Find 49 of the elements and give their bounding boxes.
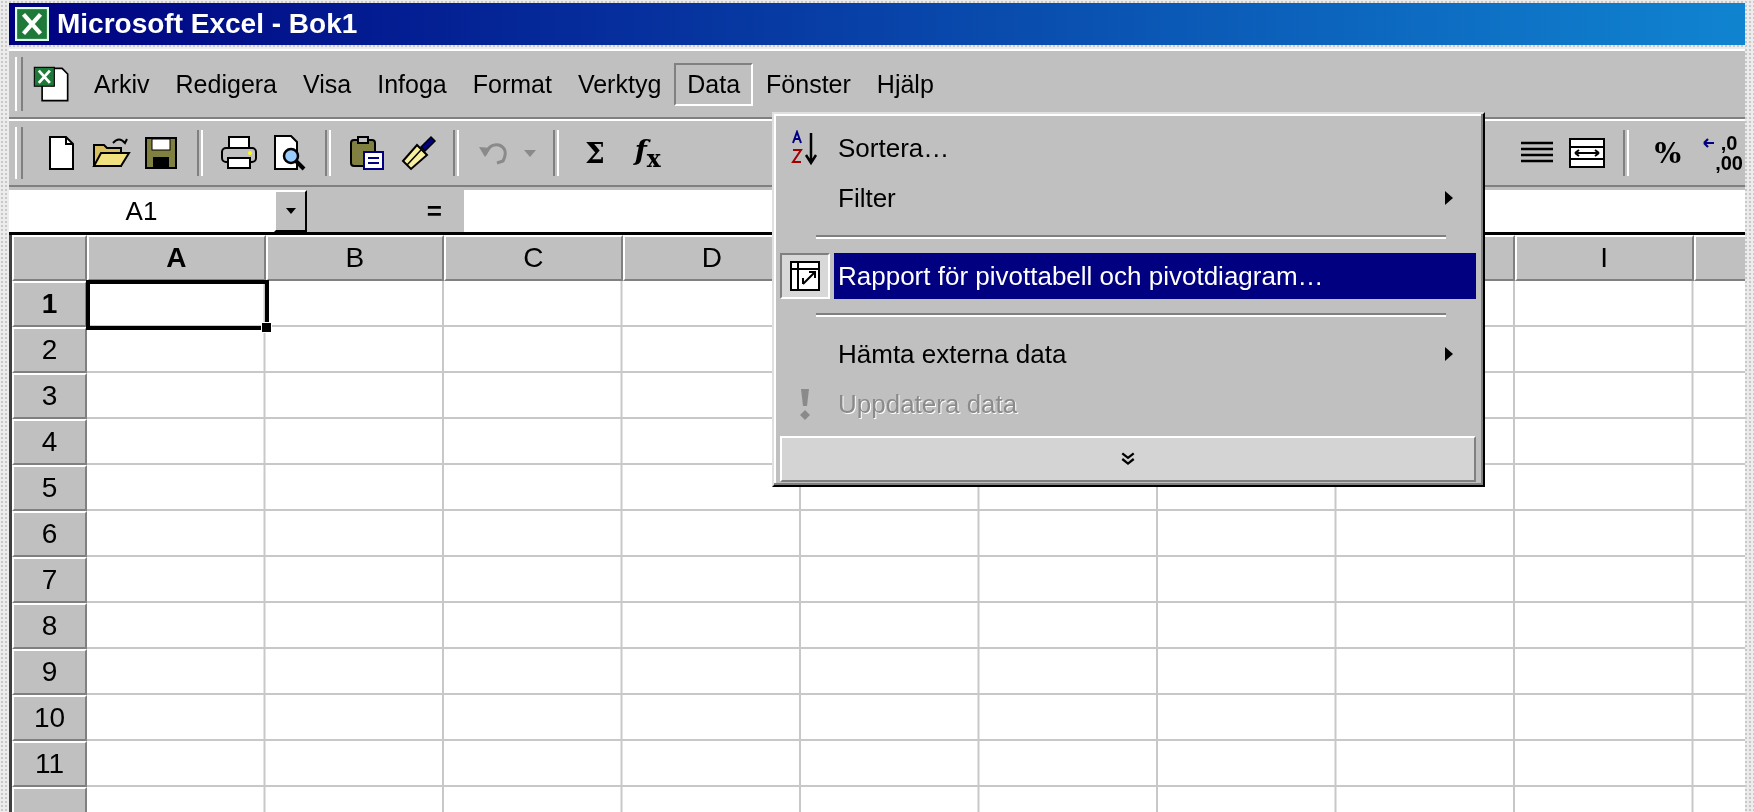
clipboard-icon[interactable]	[347, 133, 387, 173]
toolbar-grip[interactable]	[15, 127, 23, 179]
menu-item[interactable]: Filter	[834, 175, 1476, 221]
double-chevron-icon	[1120, 451, 1136, 467]
column-header[interactable]: C	[444, 235, 623, 281]
spreadsheet-document-icon[interactable]	[31, 64, 71, 104]
caret-icon	[284, 207, 297, 215]
menu-item[interactable]: Fönster	[753, 62, 864, 106]
row-header[interactable]: 4	[12, 419, 87, 465]
equals-sign: =	[426, 195, 442, 227]
menu-item[interactable]: Verktyg	[564, 62, 675, 106]
arrow-icon	[1703, 137, 1716, 149]
sort-icon	[790, 130, 820, 166]
pivot-table-icon	[789, 260, 821, 292]
column-header[interactable]: B	[265, 235, 444, 281]
expand-menu-button[interactable]	[780, 436, 1476, 482]
column-header[interactable]: A	[87, 235, 266, 281]
menu-item[interactable]: Arkiv	[81, 62, 163, 106]
row-header[interactable]: 1	[12, 281, 87, 327]
menu-bar-grip[interactable]	[15, 57, 23, 111]
row-header[interactable]: 8	[12, 603, 87, 649]
window-title: Microsoft Excel - Bok1	[57, 8, 358, 40]
active-cell[interactable]	[86, 280, 269, 330]
name-box[interactable]: A1	[9, 190, 274, 232]
toolbar-button[interactable]: %	[1644, 136, 1692, 170]
menu-item[interactable]: Data	[674, 62, 754, 106]
row-header[interactable]: 6	[12, 511, 87, 557]
row-header[interactable]: 2	[12, 327, 87, 373]
select-all-corner[interactable]	[12, 235, 87, 281]
toolbar-button[interactable]: f$_{x}$	[624, 133, 671, 173]
menu-item[interactable]: Visa	[290, 62, 365, 106]
row-header[interactable]: 10	[12, 695, 87, 741]
menu-item[interactable]: Hämta externa data	[834, 331, 1476, 377]
row-header[interactable]: 7	[12, 557, 87, 603]
increase-decimal-button[interactable]: ,0 ,00	[1701, 133, 1745, 173]
menu-item[interactable]: Hjälp	[863, 62, 947, 106]
row-header[interactable]: 9	[12, 649, 87, 695]
menu-item[interactable]: Format	[459, 62, 565, 106]
dropdown-button[interactable]	[274, 190, 307, 232]
row-header[interactable]: 3	[12, 373, 87, 419]
menu-item[interactable]: Redigera	[162, 62, 290, 106]
toolbar-button[interactable]: Σ	[575, 136, 615, 170]
row-header[interactable]: 11	[12, 741, 87, 787]
menu-item[interactable]: Sortera…	[834, 125, 1476, 171]
spreadsheet-logo-icon	[15, 7, 49, 41]
row-header[interactable]: 5	[12, 465, 87, 511]
menu-item[interactable]: Infoga	[364, 62, 460, 106]
menu-item[interactable]: Rapport för pivottabell och pivotdiagram…	[834, 253, 1476, 299]
column-header[interactable]: I	[1515, 235, 1694, 281]
